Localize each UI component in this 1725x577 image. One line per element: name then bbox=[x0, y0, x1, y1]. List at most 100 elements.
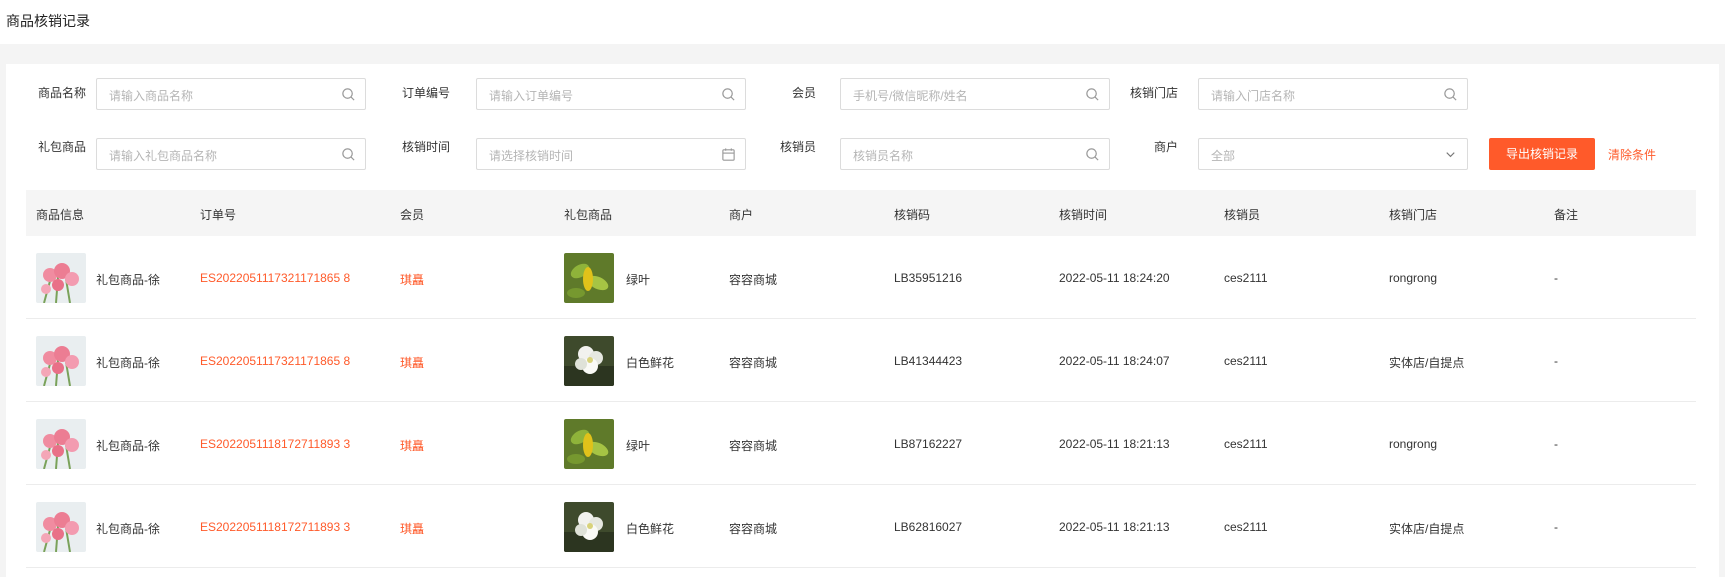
gift-product-input[interactable]: 请输入礼包商品名称 bbox=[96, 138, 366, 170]
verify-time-placeholder: 请选择核销时间 bbox=[489, 149, 574, 163]
store-name: rongrong bbox=[1389, 437, 1438, 451]
product-name: 礼包商品-徐 bbox=[96, 273, 160, 287]
top-bar: 商品核销记录 bbox=[0, 0, 1725, 44]
clear-filters-link[interactable]: 清除条件 bbox=[1608, 146, 1656, 163]
member-placeholder: 手机号/微信昵称/姓名 bbox=[853, 89, 968, 103]
records-table: 商品信息 订单号 会员 礼包商品 商户 核销码 核销时间 核销员 核销门店 备注 bbox=[26, 190, 1696, 568]
order-no-placeholder: 请输入订单编号 bbox=[489, 89, 574, 103]
verify-time-picker[interactable]: 请选择核销时间 bbox=[476, 138, 746, 170]
table-row: 礼包商品-徐 ES2022051118172711893 3 琪矗 白色鲜花 容… bbox=[26, 485, 1696, 568]
store-name: rongrong bbox=[1389, 271, 1438, 285]
order-link[interactable]: ES2022051117321171865 8 bbox=[200, 354, 350, 368]
export-records-button[interactable]: 导出核销记录 bbox=[1489, 138, 1595, 170]
store-input[interactable]: 请输入门店名称 bbox=[1198, 78, 1468, 110]
search-icon[interactable] bbox=[1443, 87, 1458, 102]
gift-name: 白色鲜花 bbox=[626, 522, 675, 536]
verifier-label: 核销员 bbox=[779, 140, 816, 154]
col-product-info: 商品信息 bbox=[36, 208, 85, 222]
col-member: 会员 bbox=[400, 208, 425, 222]
gift-name: 绿叶 bbox=[626, 273, 651, 287]
remark: - bbox=[1554, 520, 1558, 534]
search-icon[interactable] bbox=[341, 87, 356, 102]
search-icon[interactable] bbox=[341, 147, 356, 162]
white-flower-image bbox=[564, 336, 614, 386]
merchant-label: 商户 bbox=[1153, 140, 1178, 154]
chevron-down-icon bbox=[1446, 152, 1455, 158]
gift-thumbnail bbox=[564, 419, 614, 469]
search-icon[interactable] bbox=[721, 87, 736, 102]
merchant-select[interactable]: 全部 bbox=[1198, 138, 1468, 170]
gift-product-placeholder: 请输入礼包商品名称 bbox=[109, 149, 218, 163]
gift-name: 白色鲜花 bbox=[626, 356, 675, 370]
table-row: 礼包商品-徐 ES2022051117321171865 8 琪矗 绿叶 容容商… bbox=[26, 236, 1696, 319]
verifier-placeholder: 核销员名称 bbox=[853, 149, 914, 163]
verify-code: LB87162227 bbox=[894, 437, 963, 451]
verify-code: LB62816027 bbox=[894, 520, 963, 534]
remark: - bbox=[1554, 271, 1558, 285]
member-link[interactable]: 琪矗 bbox=[400, 520, 424, 537]
order-link[interactable]: ES2022051118172711893 3 bbox=[200, 437, 350, 451]
col-verifier: 核销员 bbox=[1224, 208, 1261, 222]
verify-code: LB35951216 bbox=[894, 271, 963, 285]
col-order-no: 订单号 bbox=[200, 208, 237, 222]
order-link[interactable]: ES2022051117321171865 8 bbox=[200, 271, 350, 285]
order-no-label: 订单编号 bbox=[401, 86, 450, 100]
product-name-placeholder: 请输入商品名称 bbox=[109, 89, 194, 103]
remark: - bbox=[1554, 354, 1558, 368]
gift-thumbnail bbox=[564, 502, 614, 552]
member-label: 会员 bbox=[791, 86, 816, 100]
verifier-name: ces2111 bbox=[1224, 520, 1268, 534]
order-link[interactable]: ES2022051118172711893 3 bbox=[200, 520, 350, 534]
gift-name: 绿叶 bbox=[626, 439, 651, 453]
white-flower-image bbox=[564, 502, 614, 552]
col-verify-code: 核销码 bbox=[894, 208, 931, 222]
store-name: 实体店/自提点 bbox=[1389, 522, 1465, 536]
product-thumbnail bbox=[36, 253, 86, 303]
order-no-input[interactable]: 请输入订单编号 bbox=[476, 78, 746, 110]
calendar-icon[interactable] bbox=[721, 147, 736, 162]
leaf-image bbox=[564, 253, 614, 303]
member-link[interactable]: 琪矗 bbox=[400, 437, 424, 454]
leaf-image bbox=[564, 419, 614, 469]
gift-thumbnail bbox=[564, 336, 614, 386]
product-thumbnail bbox=[36, 419, 86, 469]
store-label: 核销门店 bbox=[1129, 86, 1178, 100]
member-input[interactable]: 手机号/微信昵称/姓名 bbox=[840, 78, 1110, 110]
col-store: 核销门店 bbox=[1389, 208, 1438, 222]
table-row: 礼包商品-徐 ES2022051118172711893 3 琪矗 绿叶 容容商… bbox=[26, 402, 1696, 485]
col-gift-product: 礼包商品 bbox=[564, 208, 613, 222]
verify-code: LB41344423 bbox=[894, 354, 963, 368]
verifier-name: ces2111 bbox=[1224, 437, 1268, 451]
gift-product-label: 礼包商品 bbox=[37, 140, 86, 154]
store-name: 实体店/自提点 bbox=[1389, 356, 1465, 370]
page-title: 商品核销记录 bbox=[6, 13, 90, 29]
product-thumbnail bbox=[36, 502, 86, 552]
product-name: 礼包商品-徐 bbox=[96, 356, 160, 370]
col-verify-time: 核销时间 bbox=[1059, 208, 1108, 222]
product-thumbnail bbox=[36, 336, 86, 386]
product-name: 礼包商品-徐 bbox=[96, 439, 160, 453]
remark: - bbox=[1554, 437, 1558, 451]
verify-time-label: 核销时间 bbox=[401, 140, 450, 154]
col-remark: 备注 bbox=[1554, 208, 1579, 222]
merchant-name: 容容商城 bbox=[729, 439, 778, 453]
product-name-label: 商品名称 bbox=[37, 86, 86, 100]
table-header: 商品信息 订单号 会员 礼包商品 商户 核销码 核销时间 核销员 核销门店 备注 bbox=[26, 190, 1696, 236]
gift-thumbnail bbox=[564, 253, 614, 303]
merchant-selected-value: 全部 bbox=[1211, 149, 1236, 163]
col-merchant: 商户 bbox=[729, 208, 754, 222]
verifier-input[interactable]: 核销员名称 bbox=[840, 138, 1110, 170]
verify-time: 2022-05-11 18:24:07 bbox=[1059, 354, 1170, 368]
verifier-name: ces2111 bbox=[1224, 271, 1268, 285]
product-name-input[interactable]: 请输入商品名称 bbox=[96, 78, 366, 110]
merchant-name: 容容商城 bbox=[729, 356, 778, 370]
member-link[interactable]: 琪矗 bbox=[400, 271, 424, 288]
merchant-name: 容容商城 bbox=[729, 522, 778, 536]
verify-time: 2022-05-11 18:24:20 bbox=[1059, 271, 1170, 285]
merchant-name: 容容商城 bbox=[729, 273, 778, 287]
verify-time: 2022-05-11 18:21:13 bbox=[1059, 520, 1170, 534]
records-card: 商品名称 请输入商品名称 订单编号 请输入订单编号 会员 手机号/微信昵称/姓名… bbox=[6, 64, 1719, 577]
table-row: 礼包商品-徐 ES2022051117321171865 8 琪矗 白色鲜花 容… bbox=[26, 319, 1696, 402]
verifier-name: ces2111 bbox=[1224, 354, 1268, 368]
member-link[interactable]: 琪矗 bbox=[400, 354, 424, 371]
